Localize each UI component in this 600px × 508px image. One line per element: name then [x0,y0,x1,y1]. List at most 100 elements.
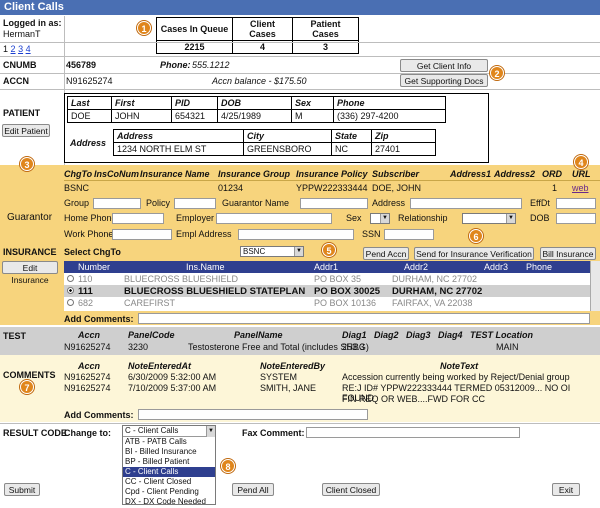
group-input[interactable] [93,198,141,209]
insurance-row-radio[interactable] [67,299,74,306]
patient-city: GREENSBORO [243,142,332,156]
exit-button[interactable]: Exit [552,483,580,496]
guarantor-header-inspolicy: Insurance Policy [296,169,368,179]
divider [0,423,600,424]
divider [0,73,600,74]
result-code-label: RESULT CODE [3,428,67,438]
patient-dob: 4/25/1989 [217,109,292,123]
pend-all-button[interactable]: Pend All [232,483,274,496]
ins-addr2: FAIRFAX, VA 22038 [392,298,473,308]
address-header: Address [113,129,244,143]
divider [0,42,600,43]
cnumb-value: 456789 [66,60,97,70]
client-closed-button[interactable]: Client Closed [322,483,380,496]
effdt-input[interactable] [556,198,596,209]
table-row[interactable]: 111 BLUECROSS BLUESHIELD STATEPLAN PO BO… [64,285,600,297]
marker-2: 2 [490,66,504,80]
get-client-info-button[interactable]: Get Client Info [400,59,488,72]
result-code-option[interactable]: ATB - PATB Calls [123,437,215,447]
patient-sex: M [291,109,334,123]
phone-value: 555.1212 [192,60,230,70]
ins-header-number: Number [78,262,111,272]
fax-comment-input[interactable] [306,427,520,438]
dob-input[interactable] [556,213,596,224]
get-supporting-docs-button[interactable]: Get Supporting Docs [400,74,488,87]
send-insurance-verification-button[interactable]: Send for Insurance Verification [414,247,534,260]
submit-button[interactable]: Submit [4,483,40,496]
guarantor-url-link[interactable]: web [572,183,589,193]
select-chgto-label: Select ChgTo [64,247,121,257]
comments-header-text: NoteText [440,361,479,371]
guarantor-header-url: URL [572,169,591,179]
result-code-option[interactable]: DX - DX Code Needed [123,497,215,507]
ssn-input[interactable] [384,229,434,240]
page-3[interactable]: 3 [18,44,23,54]
result-code-listbox[interactable]: C - Client Calls ATB - PATB Calls BI - B… [122,425,216,507]
home-phone-label: Home Phone [64,213,117,223]
ins-name: CAREFIRST [124,298,176,308]
guarantor-subscriber: DOE, JOHN [372,183,422,193]
page-4[interactable]: 4 [26,44,31,54]
comments-add-input[interactable] [138,409,368,420]
ins-header-phone: Phone [526,262,553,272]
accn-label: ACCN [3,76,29,86]
queue-stats-table: Cases In Queue Client Cases Patient Case… [156,17,359,54]
patient-pid: 654321 [171,109,218,123]
comments-header-at: NoteEnteredAt [128,361,192,371]
edit-patient-button[interactable]: Edit Patient [2,124,50,137]
test-location: MAIN [496,342,519,352]
work-phone-input[interactable] [112,229,172,240]
bill-insurance-button[interactable]: Bill Insurance [540,247,596,260]
pend-accn-button[interactable]: Pend Accn [363,247,409,260]
queue-header-patient: Patient Cases [292,17,359,41]
comment-accn: N91625274 [64,372,111,382]
result-code-option[interactable]: BI - Billed Insurance [123,447,215,457]
insurance-row-radio[interactable] [67,275,74,282]
test-header-diag4: Diag4 [438,330,463,340]
ssn-label: SSN [362,229,381,239]
page-1[interactable]: 1 [3,44,8,54]
table-row[interactable]: 110 BLUECROSS BLUESHIELD PO BOX 35 DURHA… [64,273,600,285]
patient-zip: 27401 [371,142,436,156]
guarantor-header-address1: Address1 [450,169,492,179]
test-header-diag2: Diag2 [374,330,399,340]
guarantor-name-input[interactable] [300,198,368,209]
policy-input[interactable] [174,198,216,209]
comments-add-label: Add Comments: [64,410,134,420]
home-phone-input[interactable] [112,213,164,224]
patient-address-label: Address [70,138,107,148]
guarantor-insgroup: 01234 [218,183,244,193]
result-code-selected[interactable]: C - Client Calls [123,426,215,437]
select-chgto-dropdown[interactable]: BSNC ▼ [240,246,304,257]
marker-4: 4 [574,155,588,169]
chevron-down-icon: ▼ [506,214,515,223]
table-row[interactable]: 682 CAREFIRST PO BOX 10136 FAIRFAX, VA 2… [64,297,600,309]
insurance-add-comments-input[interactable] [138,313,590,324]
chevron-down-icon: ▼ [294,247,303,256]
test-header-panelname: PanelName [234,330,283,340]
ins-header-name: Ins.Name [186,262,225,272]
edit-insurance-button[interactable]: Edit Insurance [2,261,58,285]
comment-by: SYSTEM [260,372,298,382]
address-input[interactable] [410,198,522,209]
sex-select[interactable]: ▼ [370,213,390,224]
result-code-option-highlighted[interactable]: C - Client Calls [123,467,215,477]
page-2[interactable]: 2 [11,44,16,54]
relationship-select[interactable]: ▼ [462,213,516,224]
chevron-down-icon: ▼ [206,426,215,437]
result-code-option[interactable]: CC - Client Closed [123,477,215,487]
empl-address-input[interactable] [238,229,354,240]
guarantor-ord: 1 [552,183,558,193]
guarantor-header-address2: Address2 [494,169,536,179]
result-code-option[interactable]: Cpd - Client Pending [123,487,215,497]
ins-number: 110 [78,274,93,284]
policy-label: Policy [146,198,171,208]
ins-addr2: DURHAM, NC 27702 [392,274,478,284]
state-header: State [331,129,372,143]
insurance-list-scrollbar[interactable] [590,261,600,311]
guarantor-header-ord: ORD [542,169,562,179]
test-header-location: TEST Location [470,330,533,340]
employer-input[interactable] [216,213,332,224]
result-code-option[interactable]: BP - Billed Patient [123,457,215,467]
insurance-row-radio[interactable] [67,287,74,294]
